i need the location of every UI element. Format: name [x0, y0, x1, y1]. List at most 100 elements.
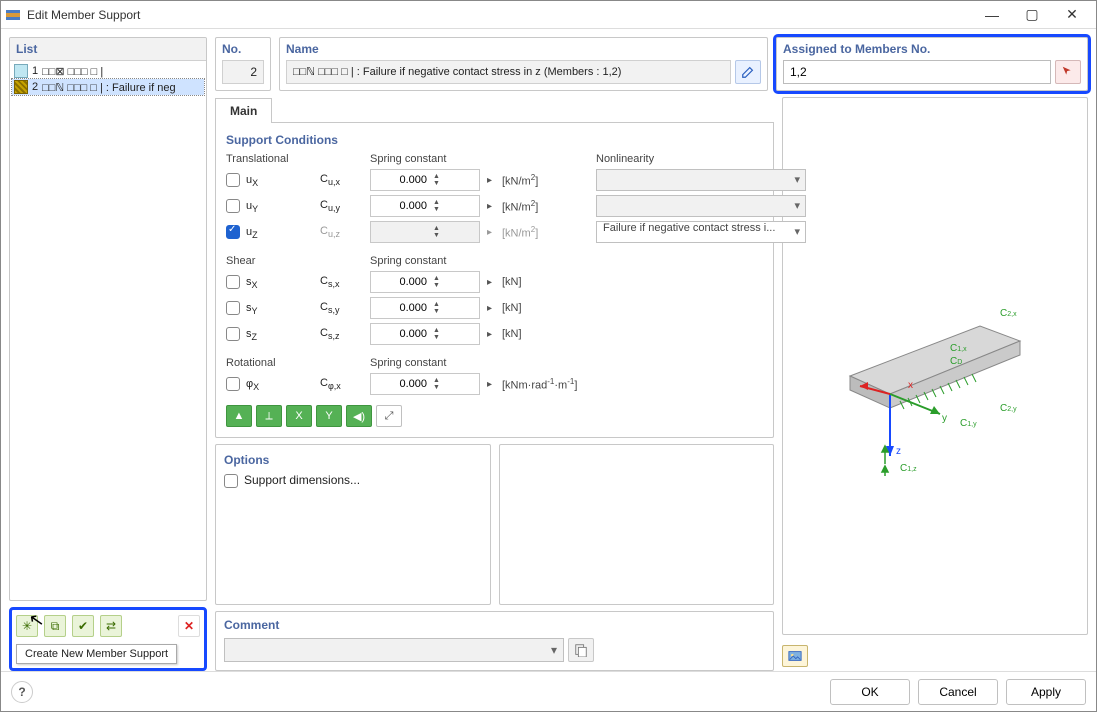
coef-sy: Cs,y	[320, 301, 366, 315]
pencil-icon	[741, 65, 755, 79]
spin-up-icon[interactable]: ▲	[431, 377, 442, 384]
svg-text:C2,y: C2,y	[1000, 403, 1017, 414]
checkbox-uz[interactable]	[226, 225, 240, 239]
spin-down-icon[interactable]: ▼	[431, 384, 442, 391]
view-fit-button[interactable]: ⤢	[376, 405, 402, 427]
support-conditions-panel: Support Conditions Translational Spring …	[215, 123, 774, 438]
tab-main[interactable]: Main	[215, 98, 272, 123]
list-item-num: 2	[32, 81, 38, 93]
value-uy[interactable]	[371, 200, 431, 212]
list-header: List	[10, 38, 206, 61]
spin-down-icon[interactable]: ▼	[431, 180, 442, 187]
nonlinearity-ux[interactable]	[596, 169, 806, 191]
apply-button[interactable]: Apply	[1006, 679, 1086, 705]
step-arrow-icon[interactable]: ▸	[484, 303, 498, 314]
pick-arrow-icon	[1061, 65, 1075, 79]
list-body[interactable]: 1 □□⊠ □□□ □ | 2 □□ℕ □□□ □ | : Failure if…	[10, 61, 206, 600]
svg-text:y: y	[942, 413, 947, 424]
spinner-phix[interactable]: ▲▼	[370, 373, 480, 395]
view-single-support-button[interactable]: ▲	[226, 405, 252, 427]
tabbar: Main	[215, 97, 774, 123]
col-spring2: Spring constant	[370, 255, 480, 267]
spin-up-icon[interactable]: ▲	[431, 275, 442, 282]
delete-support-button[interactable]: ✕	[178, 615, 200, 637]
assigned-label: Assigned to Members No.	[783, 42, 1081, 56]
assigned-input[interactable]	[783, 60, 1051, 84]
spin-down-icon[interactable]: ▼	[431, 206, 442, 213]
spin-down-icon[interactable]: ▼	[431, 282, 442, 289]
note-icon	[574, 643, 588, 657]
col-spring3: Spring constant	[370, 357, 480, 369]
spinner-ux[interactable]: ▲▼	[370, 169, 480, 191]
nonlinearity-uy[interactable]	[596, 195, 806, 217]
preview-settings-button[interactable]	[782, 645, 808, 667]
unit-sx: [kN]	[502, 276, 592, 288]
spinner-uy[interactable]: ▲▼	[370, 195, 480, 217]
checkbox-phix[interactable]	[226, 377, 240, 391]
unit-uz: [kN/m2]	[502, 225, 592, 240]
maximize-button[interactable]: ▢	[1012, 2, 1052, 28]
view-sound-button[interactable]: ◀)	[346, 405, 372, 427]
step-arrow-icon[interactable]: ▸	[484, 379, 498, 390]
comment-combobox[interactable]	[224, 638, 564, 662]
preview-panel[interactable]: z x y C2,x C1,x	[782, 97, 1088, 635]
list-item-num: 1	[32, 65, 38, 77]
view-axis-y-button[interactable]: Y	[316, 405, 342, 427]
list-item[interactable]: 1 □□⊠ □□□ □ |	[12, 63, 204, 79]
checkbox-support-dimensions[interactable]	[224, 474, 238, 488]
spin-up-icon[interactable]: ▲	[431, 173, 442, 180]
checkbox-sy[interactable]	[226, 301, 240, 315]
pick-members-button[interactable]	[1055, 60, 1081, 84]
spin-down-icon: ▼	[431, 232, 442, 239]
options-header: Options	[224, 453, 482, 467]
minimize-button[interactable]: —	[972, 2, 1012, 28]
comment-library-button[interactable]	[568, 638, 594, 662]
spin-up-icon[interactable]: ▲	[431, 327, 442, 334]
view-axis-x-button[interactable]: X	[286, 405, 312, 427]
spin-down-icon[interactable]: ▼	[431, 334, 442, 341]
value-sy[interactable]	[371, 302, 431, 314]
coef-sx: Cs,x	[320, 275, 366, 289]
ok-button[interactable]: OK	[830, 679, 910, 705]
checkbox-sz[interactable]	[226, 327, 240, 341]
checkbox-uy[interactable]	[226, 199, 240, 213]
col-rotational: Rotational	[226, 357, 316, 369]
edit-name-button[interactable]	[735, 60, 761, 84]
spin-down-icon[interactable]: ▼	[431, 308, 442, 315]
value-phix[interactable]	[371, 378, 431, 390]
tooltip: Create New Member Support	[16, 644, 177, 664]
step-arrow-icon[interactable]: ▸	[484, 277, 498, 288]
sort-button[interactable]: ⇄	[100, 615, 122, 637]
close-button[interactable]: ✕	[1052, 2, 1092, 28]
nonlinearity-uz[interactable]: Failure if negative contact stress i...	[596, 221, 806, 243]
spin-up-icon[interactable]: ▲	[431, 301, 442, 308]
cancel-button[interactable]: Cancel	[918, 679, 998, 705]
step-arrow-icon[interactable]: ▸	[484, 329, 498, 340]
value-ux[interactable]	[371, 174, 431, 186]
support-color-icon	[14, 64, 28, 78]
value-uz	[371, 226, 431, 238]
spinner-sy[interactable]: ▲▼	[370, 297, 480, 319]
help-button[interactable]: ?	[11, 681, 33, 703]
step-arrow-icon[interactable]: ▸	[484, 201, 498, 212]
spinner-sx[interactable]: ▲▼	[370, 271, 480, 293]
list-item[interactable]: 2 □□ℕ □□□ □ | : Failure if neg	[12, 79, 204, 95]
new-support-button[interactable]: ✳	[16, 615, 38, 637]
duplicate-support-button[interactable]: ⧉	[44, 615, 66, 637]
no-value: 2	[222, 60, 264, 84]
view-line-support-button[interactable]: ⟂	[256, 405, 282, 427]
step-arrow-icon[interactable]: ▸	[484, 175, 498, 186]
include-unused-button[interactable]: ✔	[72, 615, 94, 637]
coef-phix: Cφ,x	[320, 377, 366, 391]
window-title: Edit Member Support	[27, 8, 972, 22]
checkbox-sx[interactable]	[226, 275, 240, 289]
name-field[interactable]: □□ℕ □□□ □ | : Failure if negative contac…	[286, 60, 731, 84]
col-nonlinearity: Nonlinearity	[596, 153, 806, 165]
picture-icon	[788, 649, 802, 663]
value-sz[interactable]	[371, 328, 431, 340]
spinner-sz[interactable]: ▲▼	[370, 323, 480, 345]
spin-up-icon[interactable]: ▲	[431, 199, 442, 206]
unit-uy: [kN/m2]	[502, 199, 592, 214]
value-sx[interactable]	[371, 276, 431, 288]
checkbox-ux[interactable]	[226, 173, 240, 187]
